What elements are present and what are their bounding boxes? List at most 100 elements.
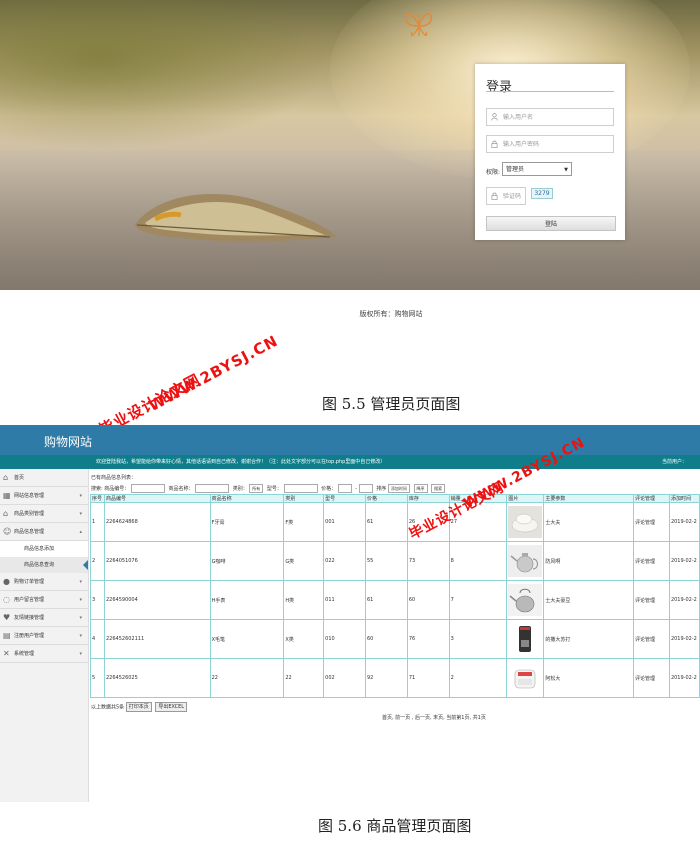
column-header: 商品名称 [209,494,285,503]
review-link[interactable]: 评论管理 [633,658,670,698]
welcome-bar: 欢迎登陆我站，希望能给你带来好心情，其他话语请到自己修改，谢谢合作！（注：此处文… [0,455,700,469]
column-header: 商品编号 [103,494,211,503]
coffee-machine-product-image[interactable] [508,623,543,655]
dropdown-arrow-icon: ▼ [564,167,568,173]
export-excel-button[interactable]: 导出EXCEL [155,702,188,712]
review-link[interactable]: 评论管理 [633,580,670,620]
chevron-down-icon: ▾ [79,493,82,499]
username-input[interactable]: 输入用户名 [486,108,614,126]
column-header: 价格 [364,494,408,503]
login-copyright: 版权所有：购物网站 [359,310,423,318]
admin-screenshot: 购物网站 欢迎登陆我站，希望能给你带来好心情，其他话语请到自己修改，谢谢合作！（… [0,425,700,802]
chevron-down-icon: ▾ [79,511,82,517]
login-panel: 登录 输入用户名 输入用户密码 权限: 管理员 ▼ 验证码 3279 登陆 [475,64,625,240]
active-indicator-icon [83,560,88,570]
plate-product-image[interactable] [508,506,543,538]
column-header: 图片 [506,494,545,503]
goods-table: 序号 商品编号 商品名称 类别 型号 价格 库存 销量 图片 主要参数 评论管理… [90,494,700,698]
record-count-label: 以上数据共5条 [91,704,125,711]
password-placeholder: 输入用户密码 [503,141,540,148]
table-row: 3 2264590004 H手表 H类 011 61 60 7 士大夫豪豆 评论… [90,580,700,620]
admin-content: 已有商品信息列表： 搜索: 商品编号： 商品名称： 类别： 所有 型号： 价格：… [90,469,700,802]
role-select-value: 管理员 [506,166,525,173]
chat-icon: ◌ [3,595,10,604]
price-min-input[interactable] [337,484,352,493]
login-screenshot: 登录 输入用户名 输入用户密码 权限: 管理员 ▼ 验证码 3279 登陆 [0,0,700,290]
login-title: 登录 [486,80,513,95]
lock-icon [491,140,498,148]
column-header: 主要参数 [543,494,635,503]
figure-caption-5-6: 图 5.6 商品管理页面图 [318,817,472,835]
heart-icon: ♥ [3,613,11,622]
search-button[interactable]: 搜索 [431,484,446,493]
table-icon: ▤ [3,631,11,640]
chevron-down-icon: ▾ [79,579,82,585]
username-placeholder: 输入用户名 [503,114,534,121]
sidebar-item-messages[interactable]: ◌ 用户留言管理 ▾ [0,591,88,609]
teapot-product-image[interactable] [508,545,543,577]
sidebar-item-orders[interactable]: ● 购物订单管理 ▾ [0,573,88,591]
column-header: 添加时间 [668,494,700,503]
chevron-down-icon: ▾ [79,633,82,639]
pagination[interactable]: 首页, 前一页 , 后一页, 末页, 当前第1页, 共1页 [382,714,486,721]
category-select[interactable]: 所有 [249,484,264,493]
house-icon: ⌂ [3,509,9,518]
table-header-row: 序号 商品编号 商品名称 类别 型号 价格 库存 销量 图片 主要参数 评论管理… [90,494,700,503]
table-row: 1 2264624868 F牙膏 F类 001 61 26 27 士大夫 评论管… [90,502,700,542]
review-link[interactable]: 评论管理 [633,541,670,581]
chevron-down-icon: ▾ [79,615,82,621]
review-link[interactable]: 评论管理 [633,619,670,659]
table-row: 2 2264051076 G咖啡 G类 022 55 73 8 防风啊 评论管理… [90,541,700,581]
sidebar-item-links[interactable]: ♥ 友情链接管理 ▾ [0,609,88,627]
user-icon: ● [3,577,10,586]
name-input[interactable] [195,484,230,493]
butterfly-logo-icon [404,13,433,37]
sidebar-item-system[interactable]: ✕ 系统管理 ▾ [0,645,88,663]
login-button[interactable]: 登陆 [486,216,616,231]
column-header: 库存 [406,494,450,503]
column-header: 型号 [323,494,366,503]
chevron-down-icon: ▾ [79,651,82,657]
goods-list-title: 已有商品信息列表： [91,475,137,481]
password-input[interactable]: 输入用户密码 [486,135,614,153]
login-title-underline [486,91,614,92]
role-select[interactable]: 管理员 ▼ [502,162,572,176]
site-title: 购物网站 [44,435,93,449]
kettle-product-image[interactable] [508,584,543,616]
sidebar-sub-goods-query[interactable]: 商品信息查询 [0,557,88,573]
dry-leaf-image [135,194,337,242]
sort-field-select[interactable]: 添加时间 [387,484,410,493]
captcha-image[interactable]: 3279 [531,188,553,199]
home-icon: ⌂ [3,473,9,482]
sidebar-item-goods[interactable]: ☺ 商品信息管理 ▴ [0,523,88,541]
figure-caption-5-5: 图 5.5 管理员页面图 [322,395,461,413]
review-link[interactable]: 评论管理 [633,502,670,542]
table-row: 4 2264526021​11 X毛笔 X类 010 60 76 3 的撒大苏打… [90,619,700,659]
current-user-label: 当前用户： [662,459,688,465]
column-header: 序号 [90,494,105,503]
print-page-button[interactable]: 打印本页 [125,702,152,712]
tools-icon: ✕ [3,649,10,658]
sort-order-select[interactable]: 降序 [413,484,428,493]
captcha-input[interactable]: 验证码 [486,187,526,205]
price-max-input[interactable] [358,484,373,493]
sidebar-sub-goods-add[interactable]: 商品信息添加 [0,541,88,557]
table-row: 5 2264526025 22 22 002 92 71 2 阿松大 评论管理 … [90,658,700,698]
search-filters: 搜索: 商品编号： 商品名称： 类别： 所有 型号： 价格： - 排序 添加时间… [91,484,447,494]
sidebar-item-site-info[interactable]: ▦ 网站信息管理 ▾ [0,487,88,505]
background-foliage [0,0,330,150]
sidebar-item-home[interactable]: ⌂ 首页 [0,469,88,487]
lock-icon [491,192,498,200]
grid-icon: ▦ [3,491,11,500]
sidebar-item-users[interactable]: ▤ 注册用户管理 ▾ [0,627,88,645]
captcha-placeholder: 验证码 [503,193,522,200]
model-input[interactable] [283,484,318,493]
admin-top-bar: 购物网站 [0,425,700,455]
code-input[interactable] [130,484,165,493]
bread-maker-product-image[interactable] [508,662,543,694]
sidebar-item-category[interactable]: ⌂ 商品类别管理 ▾ [0,505,88,523]
role-label: 权限: [486,169,501,176]
column-header: 评论管理 [633,494,670,503]
column-header: 类别 [283,494,325,503]
admin-sidebar: ⌂ 首页 ▦ 网站信息管理 ▾ ⌂ 商品类别管理 ▾ ☺ 商品信息管理 ▴ 商品… [0,469,89,802]
